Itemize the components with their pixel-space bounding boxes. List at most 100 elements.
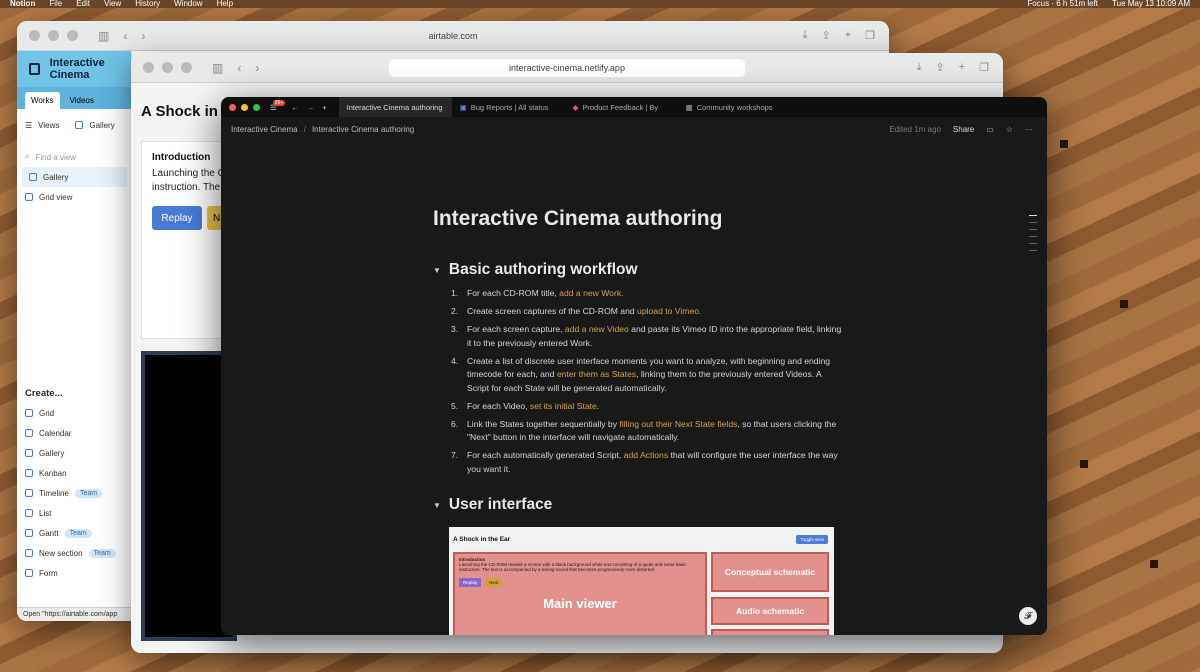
new-tab-icon[interactable]: + [845,29,851,42]
status-url: Open "https://airtable.com/app [17,607,132,621]
comment-icon[interactable]: ▭ [986,125,994,134]
breadcrumb-current[interactable]: Interactive Cinema authoring [312,125,414,134]
favorite-star-icon[interactable]: ☆ [1006,125,1013,134]
workflow-step[interactable]: 6. Link the States together sequentially … [451,418,843,445]
replay-button[interactable]: Replay [152,206,202,230]
menu-edit[interactable]: Edit [76,0,90,8]
audio-label: Audio schematic [735,606,805,616]
preview-title: A Shock in the Ear [453,536,511,543]
create-item[interactable]: Form [17,563,131,583]
view-type-icon [25,469,33,477]
table-of-contents[interactable] [1029,215,1037,251]
create-item[interactable]: New section Team [17,543,131,563]
tab-videos[interactable]: Videos [64,92,100,109]
view-item-grid[interactable]: Grid view [17,187,131,207]
more-options-icon[interactable]: ··· [1025,125,1033,134]
tab-product-feedback[interactable]: ◆ Product Feedback | By [565,97,678,117]
tab-community-workshops[interactable]: ▦ Community workshops [678,97,791,117]
tab-bug-reports[interactable]: ▣ Bug Reports | All status [452,97,565,117]
share-icon[interactable]: ⇪ [821,29,830,42]
step-link[interactable]: add a new Video [565,324,629,334]
workflow-step[interactable]: 7. For each automatically generated Scrip… [451,449,843,476]
step-link[interactable]: add Actions [624,450,668,460]
preview-conceptual-schematic: Conceptual schematic [711,552,829,592]
window-controls[interactable] [229,103,260,111]
tabs-overview-icon[interactable]: ❐ [865,29,875,42]
create-item[interactable]: Gallery [17,443,131,463]
step-link[interactable]: add a new Work. [559,288,623,298]
back-arrow-icon[interactable]: ← [291,103,299,112]
forward-icon[interactable]: › [141,29,145,43]
workflow-step[interactable]: 1. For each CD-ROM title, add a new Work. [451,287,843,301]
section-title: User interface [448,496,553,513]
menu-file[interactable]: File [49,0,62,8]
tab-works[interactable]: Works [25,92,60,109]
step-number: 6. [451,418,459,429]
tab-interactive-cinema[interactable]: Interactive Cinema authoring [338,97,452,117]
window-controls[interactable] [143,62,192,73]
sidebar-toggle-icon[interactable]: ▥ [98,29,109,43]
step-link[interactable]: enter them as States [557,369,636,379]
address-bar[interactable]: interactive-cinema.netlify.app [389,58,745,77]
forward-icon[interactable]: › [255,61,259,75]
menu-clock[interactable]: Tue May 13 10:09 AM [1112,0,1190,8]
download-icon[interactable]: ⤓ [917,61,922,74]
table-tabs: Works Videos [17,87,131,109]
view-item-gallery[interactable]: Gallery [21,167,127,187]
step-link[interactable]: upload to Vimeo. [637,306,701,316]
ui-preview-image[interactable]: A Shock in the Ear Toggle view Introduct… [449,527,834,635]
download-icon[interactable]: ⤓ [803,29,808,42]
menu-history[interactable]: History [135,0,160,8]
preview-intro-text: Launching the CD-ROM reveals a screen wi… [459,562,687,572]
create-item[interactable]: Grid [17,403,131,423]
share-button[interactable]: Share [953,125,974,134]
create-item[interactable]: Gantt Team [17,523,131,543]
base-title[interactable]: Interactive Cinema [50,57,131,81]
desktop-pattern [1150,560,1158,568]
workflow-step[interactable]: 2. Create screen captures of the CD-ROM a… [451,305,843,319]
notion-ai-icon[interactable]: 𝓕 [1019,607,1037,625]
menu-window[interactable]: Window [174,0,202,8]
new-tab-icon[interactable]: + [959,61,965,74]
find-view-input[interactable]: Find a view [35,153,75,162]
conceptual-label: Conceptual schematic [724,567,816,577]
airtable-sidebar: Interactive Cinema Works Videos ☰ Views … [17,51,132,621]
section-heading-ui[interactable]: ▼ User interface [433,496,843,514]
create-item[interactable]: Kanban [17,463,131,483]
create-heading[interactable]: Create... [17,383,131,403]
menu-app-name[interactable]: Notion [10,0,35,8]
step-link[interactable]: set its initial State [530,401,597,411]
views-button[interactable]: Views [38,121,59,130]
step-text: For each automatically generated Script,… [467,449,843,476]
toggle-triangle-icon[interactable]: ▼ [433,501,441,510]
section-heading-workflow[interactable]: ▼ Basic authoring workflow [433,261,843,279]
forward-arrow-icon[interactable]: → [307,103,315,112]
step-text-fragment: For each CD-ROM title, [467,288,560,298]
menu-icon[interactable]: ☰ [25,121,32,130]
step-link[interactable]: filling out their Next State fields [619,419,737,429]
new-tab-icon[interactable]: + [322,103,326,112]
toggle-triangle-icon[interactable]: ▼ [433,266,441,275]
page-title: A Shock in t [141,103,228,120]
create-item[interactable]: Calendar [17,423,131,443]
breadcrumb-root[interactable]: Interactive Cinema [231,125,298,134]
back-icon[interactable]: ‹ [237,61,241,75]
workflow-step[interactable]: 5. For each Video, set its initial State. [451,400,843,414]
desktop-pattern [1060,140,1068,148]
menu-help[interactable]: Help [217,0,233,8]
workflow-step[interactable]: 3. For each screen capture, add a new Vid… [451,323,843,350]
gallery-view-label[interactable]: Gallery [89,121,114,130]
workflow-step[interactable]: 4. Create a list of discrete user interfa… [451,355,843,396]
window-controls[interactable] [29,30,78,41]
find-view-row: ⌕ Find a view [17,147,131,167]
tabs-overview-icon[interactable]: ❐ [979,61,989,74]
page-title[interactable]: Interactive Cinema authoring [433,207,843,231]
focus-status[interactable]: Focus · 6 h 51m left [1027,0,1098,8]
back-icon[interactable]: ‹ [123,29,127,43]
address-bar[interactable]: airtable.com [428,31,477,41]
create-item[interactable]: Timeline Team [17,483,131,503]
share-icon[interactable]: ⇪ [935,61,944,74]
sidebar-toggle-icon[interactable]: ▥ [212,61,223,75]
create-item[interactable]: List [17,503,131,523]
menu-view[interactable]: View [104,0,121,8]
